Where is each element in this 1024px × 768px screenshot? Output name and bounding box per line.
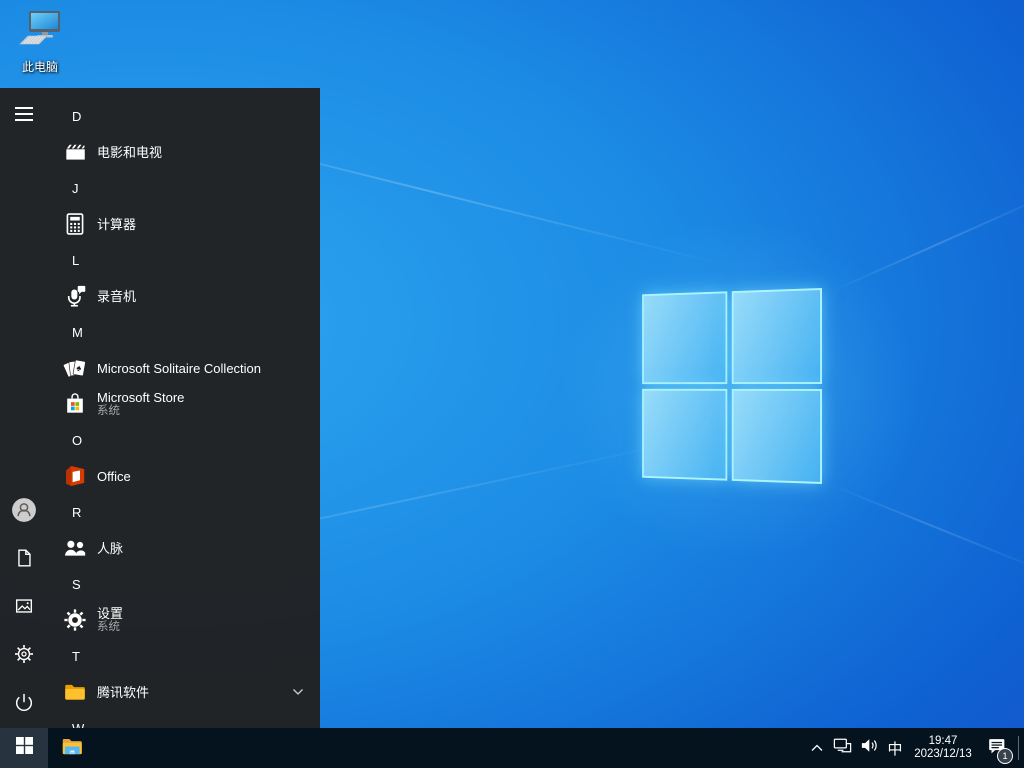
- section-letter: M: [72, 325, 83, 340]
- app-item-solitaire[interactable]: ♠ Microsoft Solitaire Collection: [48, 350, 320, 386]
- app-sublabel: 系统: [97, 621, 123, 634]
- app-item-people[interactable]: 人脉: [48, 530, 320, 566]
- section-header-l[interactable]: L: [48, 242, 320, 278]
- desktop: 此电脑 D 电影和电视 J 计算器 L 录音机 M ♠ Microsoft So…: [0, 0, 1024, 768]
- document-icon: [13, 547, 35, 574]
- speaker-icon: [859, 735, 880, 761]
- solitaire-icon: ♠: [62, 355, 88, 381]
- microsoft-store-icon: [62, 391, 88, 417]
- section-header-s[interactable]: S: [48, 566, 320, 602]
- folder-icon: [62, 679, 88, 705]
- ime-label: 中: [887, 738, 902, 759]
- network-button[interactable]: [829, 728, 856, 768]
- voice-recorder-icon: [62, 283, 88, 309]
- section-letter: T: [72, 649, 80, 664]
- app-item-office[interactable]: Office: [48, 458, 320, 494]
- pictures-icon: [13, 595, 35, 622]
- action-center-button[interactable]: 1: [979, 728, 1015, 768]
- app-label: 计算器: [97, 217, 136, 232]
- hamburger-icon: [15, 107, 33, 126]
- windows-logo-icon: [16, 737, 33, 759]
- app-item-voice-recorder[interactable]: 录音机: [48, 278, 320, 314]
- section-header-r[interactable]: R: [48, 494, 320, 530]
- start-menu: D 电影和电视 J 计算器 L 录音机 M ♠ Microsoft Solita…: [0, 88, 320, 768]
- wallpaper-logo-pane: [642, 291, 727, 383]
- app-label: 设置: [97, 606, 123, 621]
- this-pc-icon: [16, 39, 64, 56]
- section-header-o[interactable]: O: [48, 422, 320, 458]
- start-menu-app-list: D 电影和电视 J 计算器 L 录音机 M ♠ Microsoft Solita…: [48, 88, 320, 768]
- settings-gear-icon: [62, 607, 88, 633]
- desktop-icon-label: 此电脑: [10, 58, 70, 75]
- app-label: 录音机: [97, 289, 136, 304]
- windows-wallpaper-logo: [642, 288, 822, 484]
- section-letter: L: [72, 253, 79, 268]
- power-icon: [13, 691, 35, 718]
- notification-badge: 1: [997, 748, 1013, 764]
- section-header-j[interactable]: J: [48, 170, 320, 206]
- app-item-calculator[interactable]: 计算器: [48, 206, 320, 242]
- taskbar: 中 19:47 2023/12/13 1: [0, 728, 1024, 768]
- user-account-button[interactable]: [0, 488, 48, 536]
- app-item-settings[interactable]: 设置 系统: [48, 602, 320, 638]
- section-header-d[interactable]: D: [48, 98, 320, 134]
- wallpaper-light-ray: [828, 186, 1024, 294]
- settings-button[interactable]: [0, 632, 48, 680]
- section-header-t[interactable]: T: [48, 638, 320, 674]
- section-letter: O: [72, 433, 82, 448]
- chevron-up-icon: [810, 739, 824, 757]
- app-label: Office: [97, 469, 131, 484]
- user-avatar-icon: [11, 497, 37, 528]
- section-letter: D: [72, 109, 81, 124]
- clock-time: 19:47: [907, 735, 979, 749]
- app-sublabel: 系统: [97, 405, 184, 418]
- office-icon: [62, 463, 88, 489]
- app-label: 腾讯软件: [97, 685, 149, 700]
- wallpaper-light-ray: [826, 482, 1024, 578]
- expand-menu-button[interactable]: [0, 92, 48, 140]
- wallpaper-logo-pane: [642, 388, 727, 480]
- power-button[interactable]: [0, 680, 48, 728]
- section-letter: J: [72, 181, 79, 196]
- desktop-icon-this-pc[interactable]: 此电脑: [10, 8, 70, 75]
- ethernet-icon: [832, 735, 853, 761]
- app-item-tencent-folder[interactable]: 腾讯软件: [48, 674, 320, 710]
- start-button[interactable]: [0, 728, 48, 768]
- file-explorer-icon: [59, 733, 85, 764]
- section-letter: S: [72, 577, 81, 592]
- file-explorer-button[interactable]: [48, 728, 96, 768]
- app-label: Microsoft Store: [97, 390, 184, 405]
- system-tray: 中 19:47 2023/12/13 1: [805, 728, 1024, 768]
- chevron-down-icon: [292, 688, 304, 696]
- ime-indicator[interactable]: 中: [883, 728, 907, 768]
- start-menu-rail: [0, 88, 48, 768]
- gear-icon: [13, 643, 35, 670]
- app-label: 人脉: [97, 541, 123, 556]
- taskbar-clock[interactable]: 19:47 2023/12/13: [907, 735, 979, 762]
- pictures-button[interactable]: [0, 584, 48, 632]
- clock-date: 2023/12/13: [907, 748, 979, 762]
- wallpaper-logo-pane: [731, 288, 822, 384]
- section-letter: R: [72, 505, 81, 520]
- movies-tv-icon: [62, 139, 88, 165]
- section-header-m[interactable]: M: [48, 314, 320, 350]
- people-icon: [62, 535, 88, 561]
- app-label: Microsoft Solitaire Collection: [97, 361, 261, 376]
- volume-button[interactable]: [856, 728, 883, 768]
- app-item-microsoft-store[interactable]: Microsoft Store 系统: [48, 386, 320, 422]
- calculator-icon: [62, 211, 88, 237]
- app-item-movies-tv[interactable]: 电影和电视: [48, 134, 320, 170]
- documents-button[interactable]: [0, 536, 48, 584]
- rail-bottom-group: [0, 488, 48, 728]
- app-label: 电影和电视: [97, 145, 162, 160]
- show-desktop-button[interactable]: [1019, 728, 1024, 768]
- tray-overflow-button[interactable]: [805, 728, 829, 768]
- wallpaper-logo-pane: [731, 388, 822, 484]
